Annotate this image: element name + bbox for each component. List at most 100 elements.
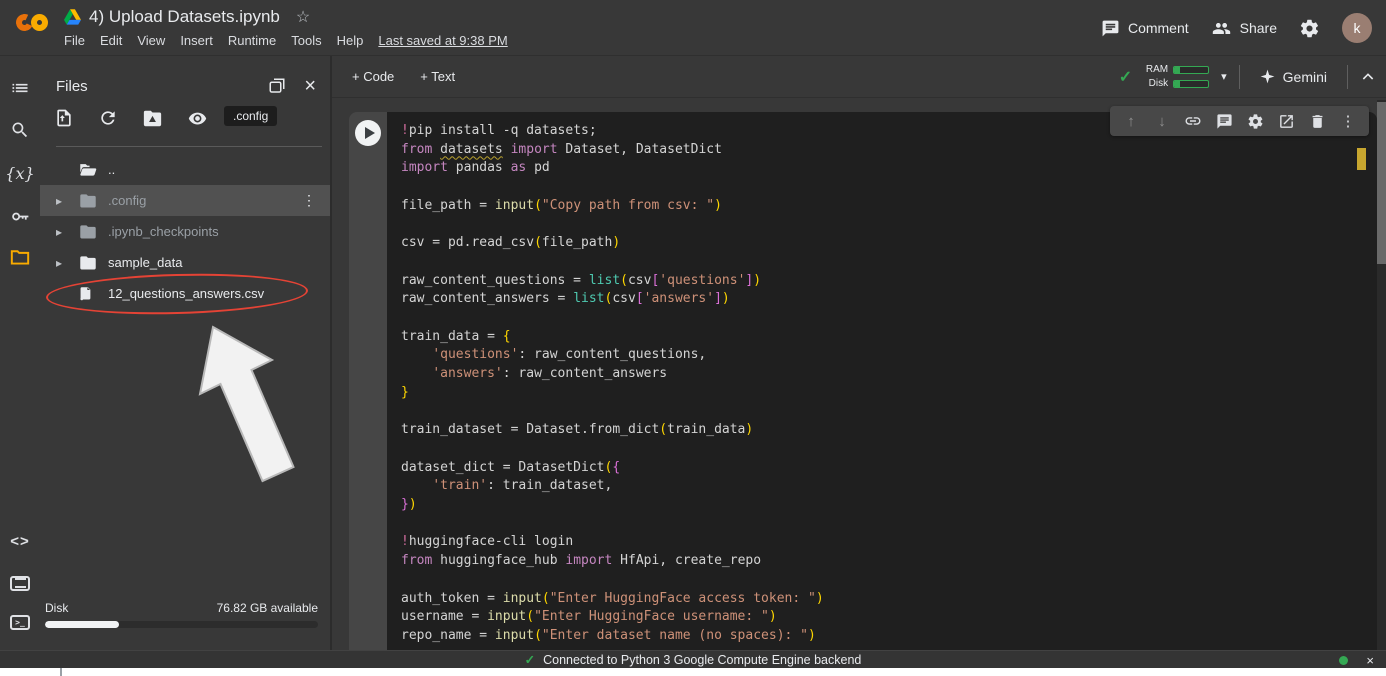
- last-saved-link[interactable]: Last saved at 9:38 PM: [378, 33, 507, 48]
- open-cell-in-tab-icon[interactable]: [1275, 113, 1297, 130]
- menu-item-edit[interactable]: Edit: [100, 33, 122, 48]
- cell-gutter: [349, 112, 387, 650]
- search-icon[interactable]: [0, 116, 40, 144]
- close-panel-icon[interactable]: ×: [304, 76, 316, 96]
- disk-progress-bar: [45, 621, 318, 628]
- disk-gauge-label: Disk: [1144, 78, 1168, 89]
- tree-row--[interactable]: ..: [40, 154, 330, 185]
- show-hidden-files-eye-icon[interactable]: [187, 109, 208, 128]
- run-cell-button[interactable]: [355, 120, 381, 146]
- add-code-button[interactable]: + Code: [352, 69, 394, 84]
- comment-label: Comment: [1128, 20, 1189, 36]
- code-line: [401, 440, 1377, 459]
- ram-bar: [1173, 66, 1209, 74]
- status-check-icon: ✓: [525, 652, 535, 667]
- toolbar-separator: [1239, 65, 1240, 89]
- move-cell-up-icon[interactable]: ↑: [1120, 113, 1142, 130]
- star-icon[interactable]: ☆: [296, 7, 310, 27]
- cell-toolbar: ↑ ↓ ⋮: [1110, 106, 1369, 136]
- runtime-dropdown-icon[interactable]: ▾: [1221, 70, 1227, 83]
- notebook-title[interactable]: 4) Upload Datasets.ipynb: [89, 7, 280, 27]
- folder-icon: [78, 192, 106, 209]
- disk-bar: [1173, 80, 1209, 88]
- gemini-button[interactable]: Gemini: [1252, 69, 1335, 85]
- menu-item-runtime[interactable]: Runtime: [228, 33, 276, 48]
- command-palette-icon[interactable]: [0, 569, 40, 597]
- code-line: from datasets import Dataset, DatasetDic…: [401, 141, 1377, 160]
- colab-window: 4) Upload Datasets.ipynb ☆ File Edit View I…: [0, 0, 1386, 676]
- menu-item-tools[interactable]: Tools: [291, 33, 321, 48]
- add-text-button[interactable]: + Text: [420, 69, 455, 84]
- code-line: file_path = input("Copy path from csv: "…: [401, 197, 1377, 216]
- cell-settings-gear-icon[interactable]: [1244, 113, 1266, 130]
- config-tooltip: .config: [224, 106, 277, 126]
- expand-caret-icon[interactable]: ▸: [56, 256, 78, 270]
- link-cell-icon[interactable]: [1182, 112, 1204, 130]
- code-line: }): [401, 496, 1377, 515]
- comment-button[interactable]: Comment: [1101, 19, 1189, 38]
- upload-file-icon[interactable]: [54, 108, 74, 128]
- code-line: [401, 178, 1377, 197]
- people-icon: [1211, 19, 1232, 38]
- files-folder-icon[interactable]: [0, 243, 40, 271]
- colab-logo-icon[interactable]: [16, 13, 64, 43]
- code-line: [401, 216, 1377, 235]
- terminal-icon[interactable]: >_: [0, 608, 40, 636]
- code-line: train_data = {: [401, 328, 1377, 347]
- open-panel-in-tab-icon[interactable]: [268, 77, 286, 95]
- more-cell-actions-icon[interactable]: ⋮: [1337, 112, 1359, 130]
- code-line: dataset_dict = DatasetDict({: [401, 459, 1377, 478]
- sparkle-icon: [1260, 69, 1275, 84]
- code-line: [401, 571, 1377, 590]
- connected-check-icon: ✓: [1119, 67, 1132, 87]
- tree-label: .ipynb_checkpoints: [108, 224, 219, 239]
- bottom-tick: [60, 668, 62, 676]
- status-message: Connected to Python 3 Google Compute Eng…: [543, 653, 861, 667]
- move-cell-down-icon[interactable]: ↓: [1151, 113, 1173, 130]
- row-more-options-icon[interactable]: ⋮: [302, 192, 316, 209]
- settings-gear-icon[interactable]: [1299, 18, 1320, 39]
- refresh-icon[interactable]: [98, 108, 118, 128]
- comment-icon: [1101, 19, 1120, 38]
- gemini-label: Gemini: [1283, 69, 1327, 85]
- notebook-scrollbar[interactable]: [1377, 100, 1386, 650]
- menu-item-view[interactable]: View: [137, 33, 165, 48]
- avatar[interactable]: k: [1342, 13, 1372, 43]
- share-button[interactable]: Share: [1211, 19, 1277, 38]
- code-line: username = input("Enter HuggingFace user…: [401, 608, 1377, 627]
- tree-row--ipynb-checkpoints[interactable]: ▸ .ipynb_checkpoints: [40, 216, 330, 247]
- add-comment-icon[interactable]: [1213, 113, 1235, 130]
- menu-item-help[interactable]: Help: [337, 33, 364, 48]
- code-line: 'train': train_dataset,: [401, 477, 1377, 496]
- connection-status-dot: [1339, 656, 1348, 665]
- code-line: auth_token = input("Enter HuggingFace ac…: [401, 590, 1377, 609]
- code-line: [401, 403, 1377, 422]
- expand-caret-icon[interactable]: ▸: [56, 194, 78, 208]
- mount-drive-icon[interactable]: [142, 109, 163, 128]
- folder-open-icon: [78, 161, 106, 178]
- expand-caret-icon[interactable]: ▸: [56, 225, 78, 239]
- dismiss-status-icon[interactable]: ×: [1366, 653, 1374, 668]
- menu-item-file[interactable]: File: [64, 33, 85, 48]
- tree-row--config[interactable]: ▸ .config ⋮: [40, 185, 330, 216]
- share-label: Share: [1240, 20, 1277, 36]
- tree-label: ..: [108, 162, 115, 177]
- table-of-contents-icon[interactable]: [0, 74, 40, 102]
- delete-cell-icon[interactable]: [1306, 113, 1328, 130]
- play-icon: [365, 127, 375, 139]
- status-bar: ✓ Connected to Python 3 Google Compute E…: [0, 650, 1386, 668]
- resource-gauge[interactable]: RAM Disk: [1144, 64, 1209, 89]
- code-editor[interactable]: !pip install -q datasets;from datasets i…: [387, 112, 1377, 650]
- code-snippets-icon[interactable]: <>: [0, 527, 40, 555]
- scrollbar-thumb[interactable]: [1377, 102, 1386, 264]
- bottom-strip: [0, 668, 1386, 676]
- disk-available: 76.82 GB available: [217, 601, 318, 615]
- variables-icon[interactable]: {x}: [0, 159, 40, 187]
- collapse-toolbar-icon[interactable]: [1360, 69, 1376, 85]
- code-line: raw_content_questions = list(csv['questi…: [401, 272, 1377, 291]
- tree-label: .config: [108, 193, 146, 208]
- disk-usage: Disk 76.82 GB available: [45, 601, 318, 628]
- menu-item-insert[interactable]: Insert: [180, 33, 213, 48]
- title-block: 4) Upload Datasets.ipynb ☆ File Edit View I…: [64, 6, 508, 48]
- secrets-key-icon[interactable]: [0, 202, 40, 230]
